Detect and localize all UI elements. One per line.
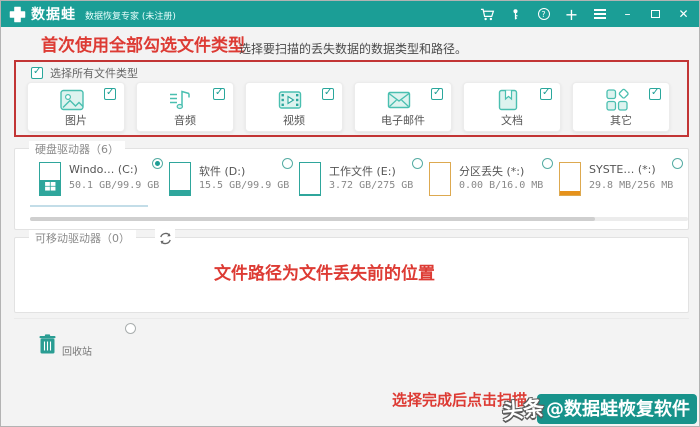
help-icon[interactable]: ? <box>536 7 551 22</box>
file-type-tiles: 图片 音频 视频 <box>27 82 677 132</box>
tile-checkbox[interactable] <box>649 87 661 100</box>
tile-checkbox[interactable] <box>322 87 334 100</box>
select-all-label: 选择所有文件类型 <box>50 67 138 80</box>
select-all-row[interactable]: 选择所有文件类型 <box>31 65 138 81</box>
tile-checkbox[interactable] <box>213 87 225 100</box>
tile-documents[interactable]: 文档 <box>463 82 561 132</box>
drive-size: 50.1 GB/99.9 GB <box>69 180 160 191</box>
drive-lost-partition[interactable]: 分区丢失 (*:) 0.00 B/16.0 MB <box>427 158 553 205</box>
tile-label: 音频 <box>174 114 196 127</box>
drive-name: 工作文件 (E:) <box>329 165 396 178</box>
removable-drives-panel: 可移动驱动器（0） 文件路径为文件丢失前的位置 <box>14 229 689 313</box>
instruction-text: 选择要扫描的丢失数据的数据类型和路径。 <box>239 42 468 56</box>
drive-system-icon <box>559 162 581 196</box>
drive-name: SYSTE… (*:) <box>589 163 656 176</box>
drive-lost-partition-radio[interactable] <box>542 158 553 169</box>
plus-icon[interactable]: + <box>564 5 579 24</box>
recycle-bin-label: 回收站 <box>62 347 92 358</box>
drive-lost-partition-icon <box>429 162 451 196</box>
drive-name: Windo… (C:) <box>69 163 138 176</box>
drive-size: 0.00 B/16.0 MB <box>459 180 544 191</box>
tile-other[interactable]: 其它 <box>572 82 670 132</box>
drive-c-icon <box>39 162 61 196</box>
watermark-prefix: 头条 <box>500 395 546 425</box>
tile-checkbox[interactable] <box>104 87 116 100</box>
app-subtitle: 数据恢复专家 (未注册) <box>85 11 176 22</box>
annotation-top: 首次使用全部勾选文件类型 <box>41 36 245 56</box>
drive-name: 分区丢失 (*:) <box>459 165 525 178</box>
select-all-checkbox[interactable] <box>31 66 43 79</box>
recycle-bin-item[interactable]: 回收站 <box>36 321 142 361</box>
tile-label: 视频 <box>283 114 305 127</box>
annotation-middle: 文件路径为文件丢失前的位置 <box>214 264 435 284</box>
drive-system-radio[interactable] <box>672 158 683 169</box>
horizontal-scrollbar-track[interactable] <box>30 217 688 221</box>
tile-video[interactable]: 视频 <box>245 82 343 132</box>
refresh-icon <box>159 232 171 244</box>
video-icon <box>278 91 302 109</box>
key-icon[interactable] <box>508 7 523 22</box>
app-logo-icon <box>9 6 26 22</box>
selected-drive-underline <box>30 205 148 207</box>
menu-icon[interactable] <box>592 7 607 22</box>
windows-logo-icon <box>45 182 56 191</box>
drive-name: 软件 (D:) <box>199 165 246 178</box>
bottom-divider <box>14 318 689 319</box>
other-icon <box>606 88 629 111</box>
horizontal-scrollbar-thumb[interactable] <box>30 217 595 221</box>
tile-checkbox[interactable] <box>431 87 443 100</box>
drive-size: 15.5 GB/99.9 GB <box>199 180 290 191</box>
drive-c[interactable]: Windo… (C:) 50.1 GB/99.9 GB <box>37 158 163 205</box>
tile-images[interactable]: 图片 <box>27 82 125 132</box>
tile-label: 其它 <box>610 114 632 127</box>
drive-size: 29.8 MB/256 MB <box>589 180 674 191</box>
document-icon <box>498 89 518 111</box>
tile-label: 电子邮件 <box>381 114 425 127</box>
app-window: 数据蛙 数据恢复专家 (未注册) ? + – ✕ 首次使用全部勾选文件类型 选择… <box>0 0 700 427</box>
tile-email[interactable]: 电子邮件 <box>354 82 452 132</box>
drive-e[interactable]: 工作文件 (E:) 3.72 GB/275 GB <box>297 158 423 205</box>
drive-d[interactable]: 软件 (D:) 15.5 GB/99.9 GB <box>167 158 293 205</box>
maximize-button[interactable] <box>648 7 663 22</box>
drive-c-radio[interactable] <box>152 158 163 169</box>
drive-d-icon <box>169 162 191 196</box>
drive-e-radio[interactable] <box>412 158 423 169</box>
drive-d-radio[interactable] <box>282 158 293 169</box>
drive-size: 3.72 GB/275 GB <box>329 180 414 191</box>
tile-label: 图片 <box>65 114 87 127</box>
app-name: 数据蛙 <box>31 7 76 23</box>
hard-drives-panel: 硬盘驱动器（6） Windo… (C:) 50.1 GB/99.9 GB 软件 … <box>14 141 689 230</box>
drive-system[interactable]: SYSTE… (*:) 29.8 MB/256 MB <box>557 158 683 205</box>
recycle-bin-radio[interactable] <box>125 323 136 334</box>
hard-drives-title: 硬盘驱动器（6） <box>29 141 125 157</box>
tile-audio[interactable]: 音频 <box>136 82 234 132</box>
watermark-handle: @数据蛙恢复软件 <box>537 394 697 424</box>
drive-e-icon <box>299 162 321 196</box>
tile-checkbox[interactable] <box>540 87 552 100</box>
titlebar: 数据蛙 数据恢复专家 (未注册) ? + – ✕ <box>1 1 699 27</box>
watermark: 头条 @数据蛙恢复软件 <box>500 394 697 425</box>
email-icon <box>387 91 411 109</box>
audio-icon <box>170 90 190 110</box>
tile-label: 文档 <box>501 114 523 127</box>
help-glyph: ? <box>537 8 550 20</box>
trash-icon <box>39 334 56 354</box>
image-icon <box>60 89 84 111</box>
cart-icon[interactable] <box>480 7 495 22</box>
close-button[interactable]: ✕ <box>676 7 691 22</box>
minimize-button[interactable]: – <box>620 7 635 22</box>
refresh-button[interactable] <box>155 229 175 247</box>
removable-drives-title: 可移动驱动器（0） <box>29 230 136 246</box>
